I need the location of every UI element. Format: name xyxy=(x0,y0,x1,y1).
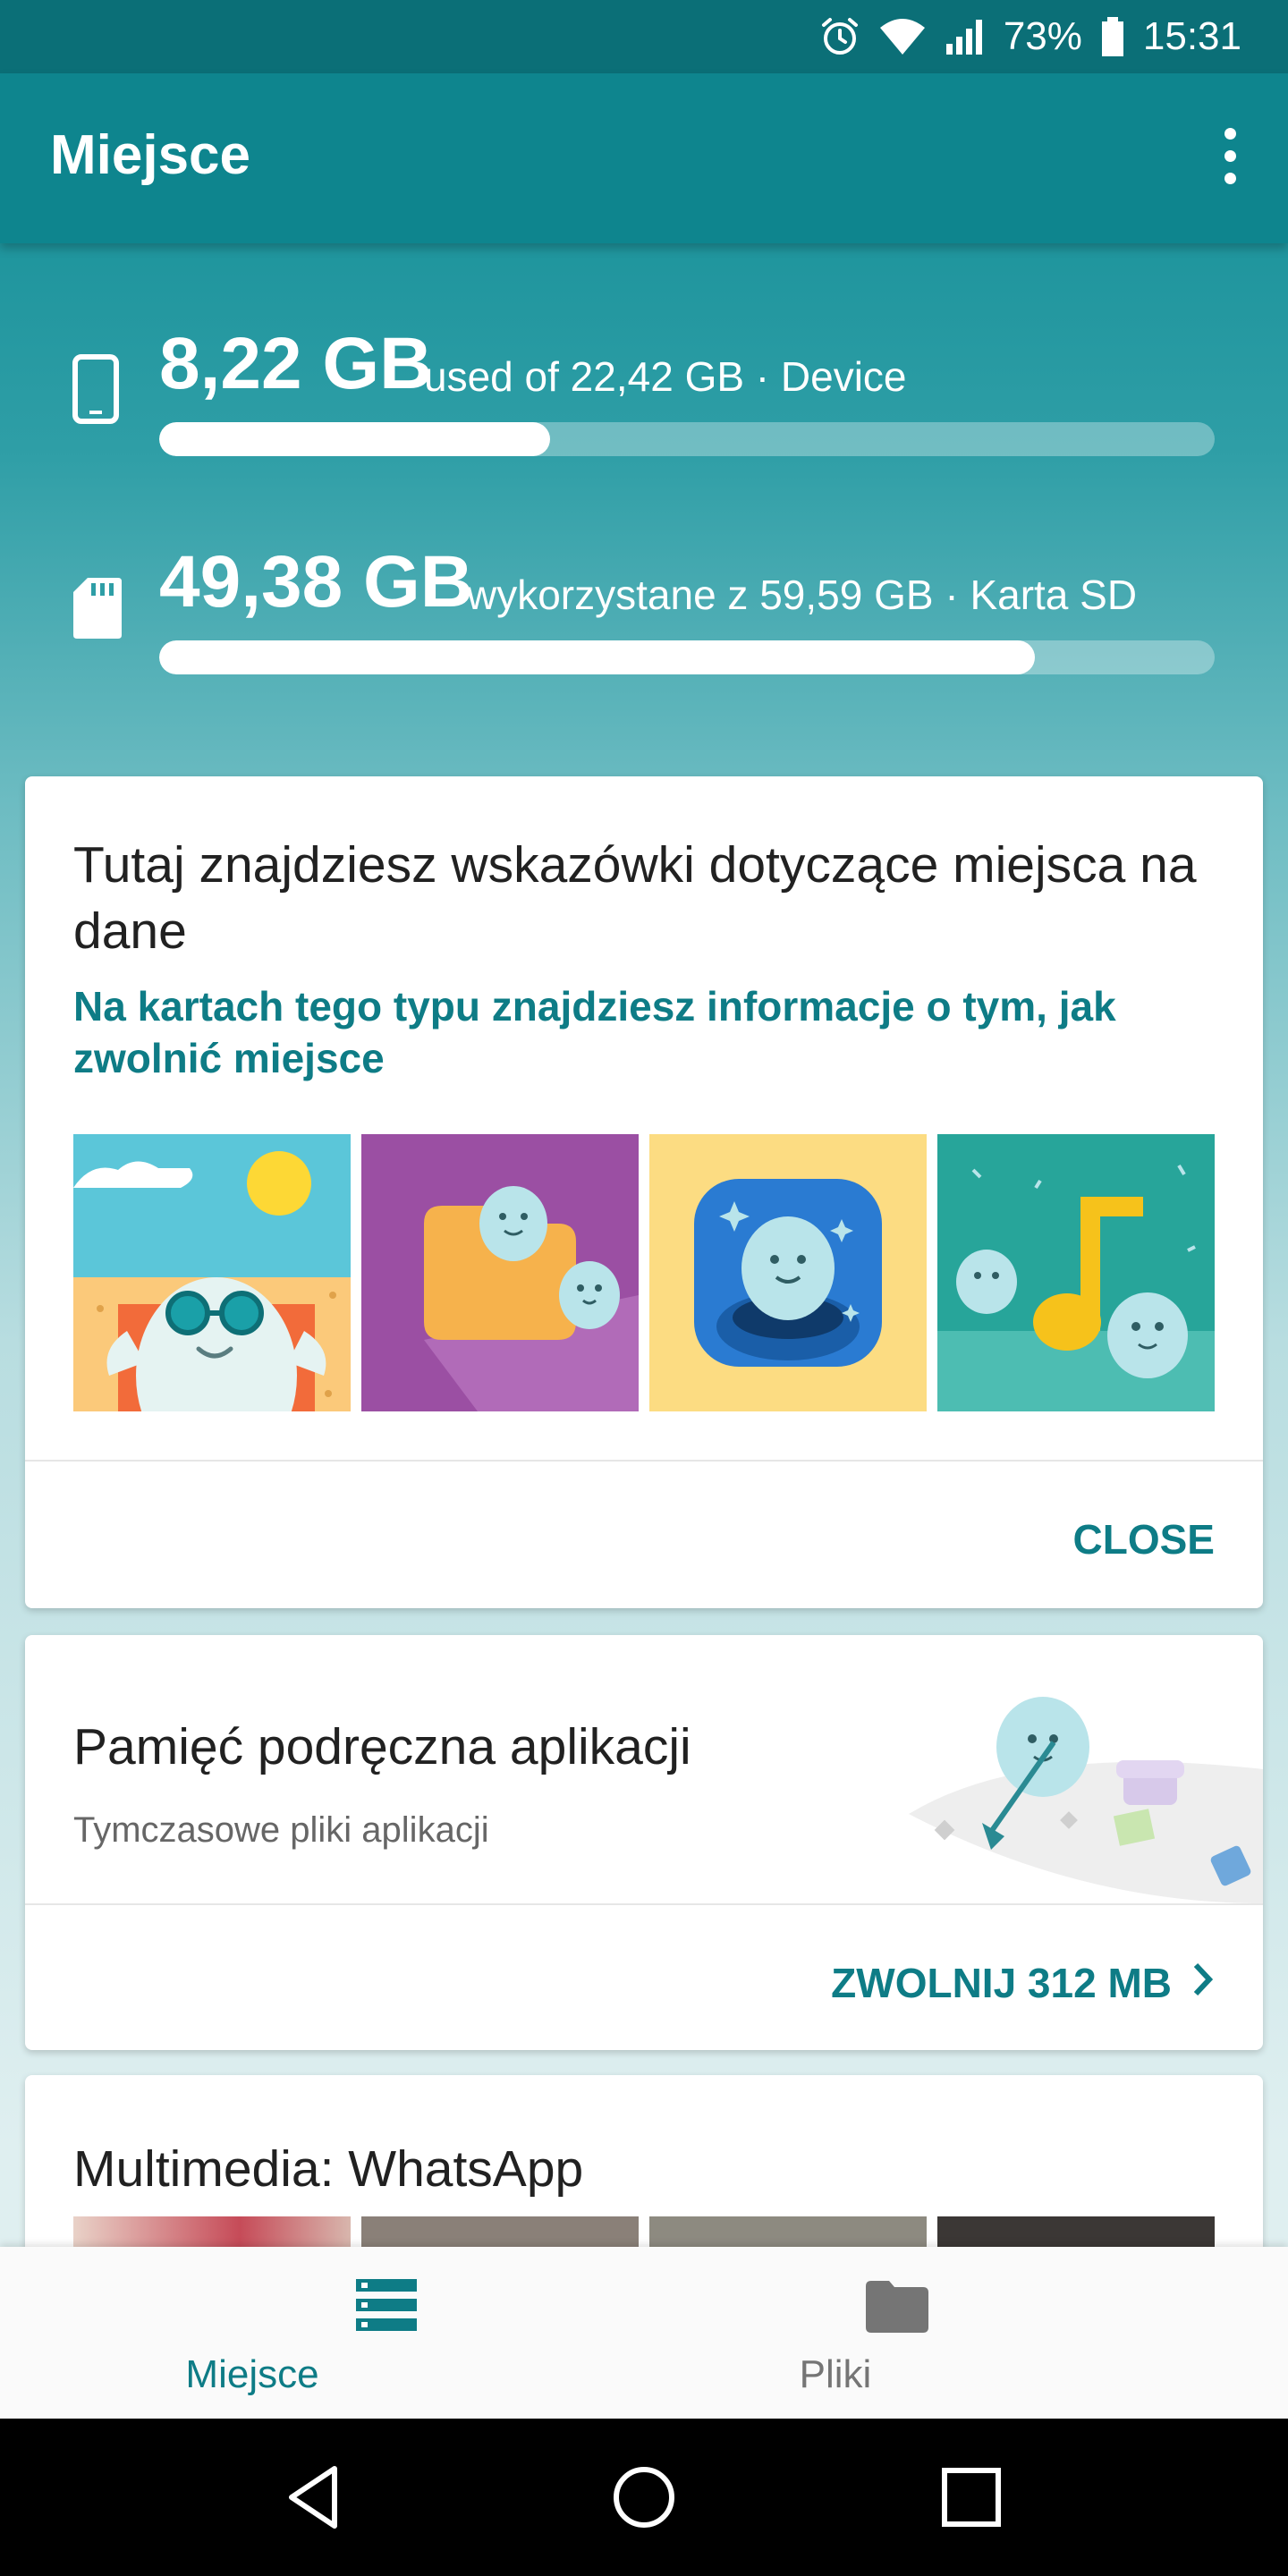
phone-icon xyxy=(72,354,120,428)
wifi-icon xyxy=(878,17,927,56)
storage-amount: 49,38 GB xyxy=(159,541,473,623)
free-space-button-label: ZWOLNIJ 312 MB xyxy=(831,1960,1172,2006)
sd-card-icon xyxy=(72,576,123,645)
battery-percent: 73% xyxy=(1003,14,1082,58)
clock: 15:31 xyxy=(1142,14,1241,58)
nav-label-pliki: Pliki xyxy=(799,2352,872,2396)
bottom-navigation: Miejsce Pliki xyxy=(0,2247,1288,2419)
nav-label-miejsce: Miejsce xyxy=(185,2352,319,2396)
storage-progress-fill xyxy=(159,422,550,456)
storage-list-icon xyxy=(356,2279,417,2337)
signal-icon xyxy=(945,17,986,56)
home-icon[interactable] xyxy=(608,2462,680,2533)
tips-card-subtitle: Na kartach tego typu znajdziesz informac… xyxy=(73,983,1116,1081)
cleanup-illustration xyxy=(909,1697,1263,1903)
back-icon[interactable] xyxy=(279,2462,351,2533)
illustration-music xyxy=(937,1134,1215,1411)
storage-sd-card[interactable]: 49,38 GB wykorzystane z 59,59 GB · Karta… xyxy=(0,540,1288,692)
storage-progress-bar xyxy=(159,640,1215,674)
storage-detail: wykorzystane z 59,59 GB · Karta SD xyxy=(467,572,1138,618)
storage-detail: used of 22,42 GB · Device xyxy=(424,353,907,400)
close-button[interactable]: CLOSE xyxy=(1073,1515,1215,1563)
card-divider xyxy=(25,1460,1263,1462)
recents-icon[interactable] xyxy=(936,2462,1007,2533)
illustration-folder xyxy=(361,1134,639,1411)
card-divider xyxy=(25,1903,1263,1905)
storage-progress-bar xyxy=(159,422,1215,456)
battery-icon xyxy=(1100,16,1125,57)
tips-card-title: Tutaj znajdziesz wskazówki dotyczące mie… xyxy=(73,836,1197,960)
cache-card[interactable]: Pamięć podręczna aplikacji Tymczasowe pl… xyxy=(25,1635,1263,2050)
tips-card: Tutaj znajdziesz wskazówki dotyczące mie… xyxy=(25,776,1263,1608)
alarm-icon xyxy=(819,16,860,57)
illustration-app xyxy=(649,1134,927,1411)
close-button-label: CLOSE xyxy=(1072,1516,1215,1563)
media-card-title: Multimedia: WhatsApp xyxy=(73,2140,584,2198)
more-vert-icon[interactable] xyxy=(1208,120,1252,191)
cache-card-title: Pamięć podręczna aplikacji xyxy=(73,1718,691,1775)
storage-device[interactable]: 8,22 GB used of 22,42 GB · Device xyxy=(0,322,1288,474)
system-navigation-bar xyxy=(0,2419,1288,2576)
page-title: Miejsce xyxy=(50,124,251,186)
folder-icon xyxy=(866,2281,928,2337)
status-bar: 73% 15:31 xyxy=(0,0,1288,73)
free-space-button[interactable]: ZWOLNIJ 312 MB xyxy=(831,1959,1215,2007)
chevron-right-icon xyxy=(1191,1959,1215,2007)
illustration-beach xyxy=(73,1134,351,1411)
storage-amount: 8,22 GB xyxy=(159,323,433,404)
cache-card-subtitle: Tymczasowe pliki aplikacji xyxy=(73,1810,489,1850)
storage-progress-fill xyxy=(159,640,1036,674)
app-bar: Miejsce xyxy=(0,73,1288,243)
nav-item-pliki[interactable]: Pliki xyxy=(574,2247,1218,2419)
